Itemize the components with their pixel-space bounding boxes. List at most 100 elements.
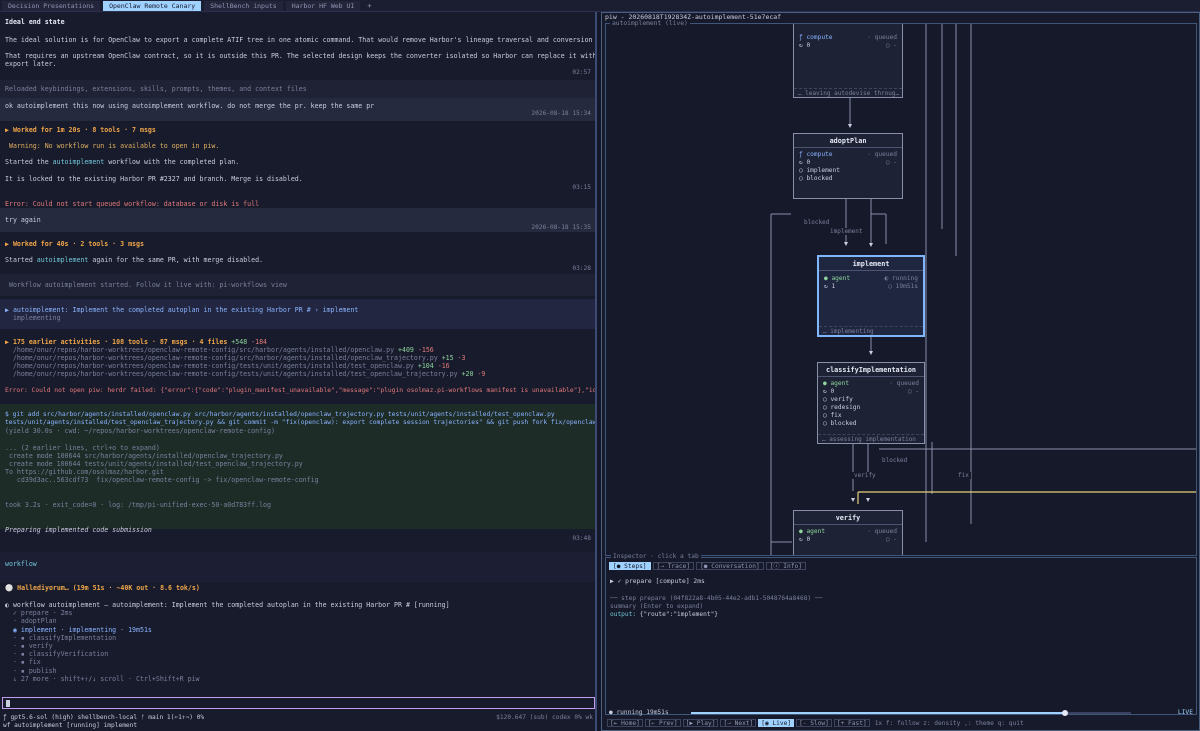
piw-pane: piw - 20260818T192834Z-autoimplement-51e… [601,12,1200,731]
node-kind: ● agent ◐ running [824,275,918,282]
assistant-text: Started autoimplement again for the same… [5,256,264,264]
timestamp: 03:48 [572,535,591,542]
workflow-step: · ▪ classifyImplementation [5,634,117,642]
progress-knob[interactable] [1062,710,1068,716]
node-verify[interactable]: verify ● agent · queued ↻ 0 ○ - [793,510,903,555]
file-change: /home/onur/repos/harbor-worktrees/opencl… [5,370,486,378]
timestamp: 03:28 [572,265,591,272]
assistant-text: It is locked to the existing Harbor PR #… [5,175,303,183]
node-attempts: ↻ 0 ○ - [799,536,897,543]
text-cursor [6,700,10,707]
status-left: ƒ gpt5.6-sol (high) shellbench-local ᚠ m… [3,714,205,721]
assistant-text: Started the autoimplement workflow with … [5,158,240,166]
live-indicator: LIVE [1177,709,1193,716]
node-title: classifyImplementation [818,363,924,377]
progress-track[interactable] [691,710,1131,716]
home-button[interactable]: [⇤ Home] [607,719,643,727]
node-output: ○ redesign [823,404,861,411]
workflow-step: · ▪ classifyVerification [5,650,109,658]
play-button[interactable]: [▶ Play] [682,719,719,727]
node-autodevise[interactable]: ƒ compute · queued ↻ 0 ○ - … leaving autod… [793,24,903,98]
scroll-hint: ↓ 27 more · shift+↑/↓ scroll · Ctrl+Shif… [5,675,200,683]
timestamp: 2026-08-18 15:35 [531,224,591,231]
node-title: adoptPlan [794,134,902,148]
prev-button[interactable]: [⇠ Prev] [644,719,681,727]
prompt-input[interactable] [2,697,595,709]
warning-text: Warning: No workflow run is available to… [5,142,220,150]
workflow-step: · adoptPlan [5,617,57,625]
playback-bar: ● running 19m51s LIVE [⇤ Home] [⇠ Prev] [▶… [605,709,1197,731]
playback-controls: [⇤ Home] [⇠ Prev] [▶ Play] [⇢ Next] [◉ Live]… [607,719,1024,727]
node-attempts: ↻ 0 ○ - [799,42,897,49]
tab-decision-presentations[interactable]: Decision Presentations [2,0,101,11]
edge-label-blocked: blocked [802,219,832,226]
slow-button[interactable]: [- Slow] [796,719,832,727]
earlier-activities[interactable]: ▶ 175 earlier activities · 108 tools · 8… [5,338,267,346]
live-button[interactable]: [◉ Live] [758,719,795,727]
workflow-link[interactable]: ▶ autoimplement: Implement the completed… [5,306,358,314]
shell-meta: (yield 30.0s · cwd: ~/repos/harbor-workt… [5,427,275,435]
node-classifyimplementation[interactable]: classifyImplementation ● agent · queued ↻… [817,362,925,444]
workflow-step: ✓ prepare · 2ms [5,609,73,617]
workflow-step-current: ◉ implement · implementing · 19m51s [5,626,152,634]
node-kind: ● agent · queued [799,528,897,535]
node-adoptplan[interactable]: adoptPlan ƒ compute · queued ↻ 0 ○ - ○ imp… [793,133,903,199]
keyboard-hints: 1x f: follow z: density ,: theme q: quit [874,720,1024,727]
next-button[interactable]: [⇢ Next] [720,719,757,727]
node-kind: ƒ compute · queued [799,34,897,41]
user-message: try again [5,216,41,224]
inspector-tab-steps[interactable]: [● Steps] [609,562,651,570]
status-workflow: wf autoimplement [running] implement [3,722,138,729]
workflow-status-line[interactable]: ◐ workflow autoimplement — autoimplement… [5,601,450,609]
node-title: verify [794,511,902,525]
shell-output: create mode 100644 tests/unit/agents/ins… [5,460,303,468]
tab-harbor-hf-web-ui[interactable]: Harbor HF Web UI [285,0,361,11]
inspector-tab-conversation[interactable]: [● Conversation] [696,562,764,570]
timestamp: 03:15 [572,184,591,191]
error-text: Error: Could not start queued workflow: … [5,200,260,208]
fast-button[interactable]: [+ Fast] [833,719,870,727]
shell-command: tests/unit/agents/installed/test_opencla… [5,419,597,426]
node-implement[interactable]: implement ● agent ◐ running ↻ 1 ○ 19m51s …… [817,255,925,337]
edge-label-implement: implement [828,228,865,235]
step-detail-header: ── step prepare (04f822a8-4b05-44e2-adb1… [610,595,823,602]
selected-step[interactable]: ▶ ✓ prepare [compute] 2ms [610,578,705,586]
worked-summary[interactable]: ▶ Worked for 1m 20s · 8 tools · 7 msgs [5,126,156,134]
workflow-step: · ▪ publish [5,667,57,675]
node-summary: … leaving autodevise throug… [794,88,902,97]
timestamp: 02:57 [572,69,591,76]
piw-subtitle: autoimplement (live) [610,20,690,28]
new-tab-button[interactable]: + [363,2,375,10]
expand-output[interactable]: ... (2 earlier lines, ctrl+o to expand) [5,444,160,452]
workflow-step: · ▪ fix [5,658,41,666]
node-output: ○ implement [799,167,840,174]
heading: Ideal end state [5,18,65,26]
edge-label-fix: fix [956,472,971,479]
error-text: Error: Could not open piw: herdr failed:… [5,387,597,394]
workflow-graph[interactable]: ƒ compute · queued ↻ 0 ○ - … leaving autod… [605,23,1197,556]
tab-shellbench-inputs[interactable]: ShellBench inputs [204,0,283,11]
file-change: /home/onur/repos/harbor-worktrees/opencl… [5,346,434,354]
system-notice: Workflow autoimplement started. Follow i… [5,281,287,289]
assistant-text: Preparing implemented code submission [5,526,152,534]
worked-summary[interactable]: ▶ Worked for 40s · 2 tools · 3 msgs [5,240,144,248]
inspector-tabs: [● Steps] [⇢ Trace] [● Conversation] [ⓘ Inf… [609,562,808,570]
file-change: /home/onur/repos/harbor-worktrees/opencl… [5,354,466,362]
step-summary[interactable]: summary (Enter to expand) [610,603,703,611]
inspector-tab-info[interactable]: [ⓘ Info] [765,562,806,570]
inspector-label: Inspector · click a tab [611,553,701,561]
node-kind: ● agent · queued [823,380,919,387]
run-status: ● running 19m51s [609,709,669,716]
conversation-pane: Ideal end state The ideal solution is fo… [0,12,597,731]
node-output: ○ blocked [799,175,833,182]
node-attempts: ↻ 0 ○ - [823,388,919,395]
inspector-tab-trace[interactable]: [⇢ Trace] [652,562,695,570]
edge-label-blocked: blocked [880,457,910,464]
paragraph: That requires an upstream OpenClaw contr… [5,52,597,60]
tab-bar: Decision Presentations OpenClaw Remote C… [0,0,1200,12]
tab-openclaw-remote-canary[interactable]: OpenClaw Remote Canary [103,0,202,11]
node-output: ○ verify [823,396,853,403]
status-right: $120.647 (sub) codex 0% wk [496,714,593,721]
paragraph: The ideal solution is for OpenClaw to ex… [5,36,597,44]
shell-output: create mode 100644 src/harbor/agents/ins… [5,452,283,460]
